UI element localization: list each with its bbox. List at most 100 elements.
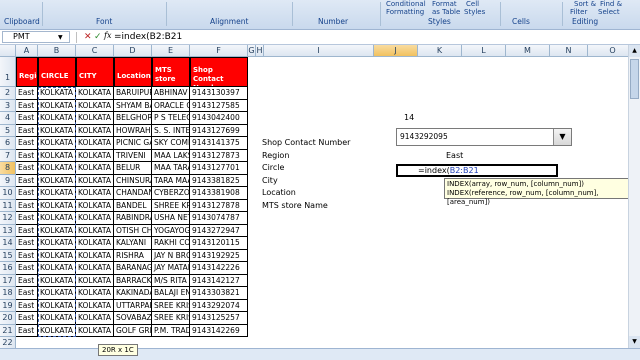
cell-label[interactable]: Cell [466,0,479,8]
table-cell[interactable]: KOLKATA CE [76,137,114,150]
table-cell[interactable]: East [16,137,38,150]
table-cell[interactable]: East [16,287,38,300]
table-cell[interactable]: KOLKATA [38,124,76,137]
table-cell[interactable]: SREE KRISH [152,312,190,325]
table-cell[interactable]: BARUIPUR [114,87,152,100]
table-cell[interactable]: KOLKATA [38,212,76,225]
table-cell[interactable]: S. S. INTER [152,124,190,137]
row-header-8[interactable]: 8 [0,162,16,175]
table-cell[interactable]: KOLKATA W [76,149,114,162]
table-cell[interactable]: MAA TARA [152,162,190,175]
table-cell[interactable]: KOLKATA CE [76,312,114,325]
table-cell[interactable]: East [16,224,38,237]
row-header-21[interactable]: 21 [0,324,16,337]
table-cell[interactable]: SOVABAZAR [114,312,152,325]
table-cell[interactable]: East [16,87,38,100]
table-cell[interactable]: 9143120115 [190,237,248,250]
tooltip-line-array[interactable]: INDEX(array, row_num, [column_num]) [447,180,635,189]
lookup-label[interactable]: Circle [262,163,284,172]
column-header-g[interactable]: G [248,45,256,57]
column-header-n[interactable]: N [550,45,588,57]
table-cell[interactable]: CHANDANN [114,187,152,200]
scroll-thumb[interactable] [630,59,639,99]
table-cell[interactable]: KOLKATA NO [76,287,114,300]
column-header-k[interactable]: K [418,45,462,57]
format-label[interactable]: Format [432,0,457,8]
row-header-18[interactable]: 18 [0,287,16,300]
table-cell[interactable]: 9143141375 [190,137,248,150]
row-header-9[interactable]: 9 [0,174,16,187]
table-header-cell[interactable]: CITY [76,57,114,87]
table-cell[interactable]: PICNIC GAR [114,137,152,150]
table-cell[interactable]: KOLKATA [38,237,76,250]
table-header-cell[interactable]: CIRCLE [38,57,76,87]
table-cell[interactable]: BALAJI ENTE [152,287,190,300]
row-header-10[interactable]: 10 [0,187,16,200]
table-cell[interactable]: CHINSURAH [114,174,152,187]
chevron-down-icon[interactable]: ▼ [58,34,63,41]
table-cell[interactable]: 9143127878 [190,199,248,212]
table-cell[interactable]: KOLKATA [38,174,76,187]
column-header-m[interactable]: M [506,45,550,57]
table-cell[interactable]: KOLKATA [38,187,76,200]
table-cell[interactable]: KAKINADA [114,287,152,300]
select-all-corner[interactable] [0,45,16,57]
table-cell[interactable]: KOLKATA W [76,199,114,212]
table-cell[interactable]: East [16,99,38,112]
table-cell[interactable]: BARANAGAR [114,262,152,275]
table-cell[interactable]: 9143142226 [190,262,248,275]
table-cell[interactable]: 9143381825 [190,174,248,187]
scroll-down-icon[interactable]: ▼ [629,336,640,348]
vertical-scrollbar[interactable]: ▲ ▼ [628,45,640,348]
table-cell[interactable]: KOLKATA W [76,249,114,262]
table-cell[interactable]: KOLKATA NO [76,237,114,250]
table-cell[interactable]: KOLKATA [38,199,76,212]
table-cell[interactable]: HOWRAH [114,124,152,137]
table-cell[interactable]: East [16,274,38,287]
column-header-a[interactable]: A [16,45,38,57]
column-header-i[interactable]: I [264,45,374,57]
table-cell[interactable]: BELUR [114,162,152,175]
column-header-b[interactable]: B [38,45,76,57]
table-cell[interactable]: RAKHI COM [152,237,190,250]
table-cell[interactable]: East [16,124,38,137]
table-cell[interactable]: USHA NETCO [152,212,190,225]
table-cell[interactable]: 9143303821 [190,287,248,300]
table-cell[interactable]: RABINDRA [114,212,152,225]
table-cell[interactable]: 9143127701 [190,162,248,175]
row-header-13[interactable]: 13 [0,224,16,237]
lookup-label[interactable]: Region [262,151,289,160]
table-cell[interactable]: 9143381908 [190,187,248,200]
lookup-label[interactable]: City [262,176,278,185]
column-header-f[interactable]: F [190,45,248,57]
table-cell[interactable]: KOLKATA NO [76,112,114,125]
table-cell[interactable]: P.M. TRADI [152,324,190,337]
column-header-e[interactable]: E [152,45,190,57]
column-header-l[interactable]: L [462,45,506,57]
column-header-d[interactable]: D [114,45,152,57]
table-cell[interactable]: KOLKATA SC [76,324,114,337]
table-cell[interactable]: SREE KRISH [152,299,190,312]
table-cell[interactable]: RISHRA [114,249,152,262]
row-header-1[interactable]: 1 [0,57,16,87]
row-header-15[interactable]: 15 [0,249,16,262]
table-cell[interactable]: YOGAYOG [152,224,190,237]
table-cell[interactable]: 9143127699 [190,124,248,137]
table-cell[interactable]: East [16,162,38,175]
table-cell[interactable]: KOLKATA W [76,187,114,200]
row-header-16[interactable]: 16 [0,262,16,275]
table-cell[interactable]: East [16,262,38,275]
sort-label[interactable]: Sort & [574,0,596,8]
row-header-17[interactable]: 17 [0,274,16,287]
tooltip-line-reference[interactable]: INDEX(reference, row_num, [column_num], … [447,189,635,207]
row-header-4[interactable]: 4 [0,112,16,125]
table-cell[interactable]: OTISH CHA [114,224,152,237]
table-cell[interactable]: CYBERZONE [152,187,190,200]
table-cell[interactable]: East [16,212,38,225]
as-table-label[interactable]: as Table [432,8,460,16]
table-cell[interactable]: East [16,249,38,262]
row-header-3[interactable]: 3 [0,99,16,112]
table-cell[interactable]: East [16,112,38,125]
table-cell[interactable]: KOLKATA [38,112,76,125]
table-cell[interactable]: East [16,299,38,312]
